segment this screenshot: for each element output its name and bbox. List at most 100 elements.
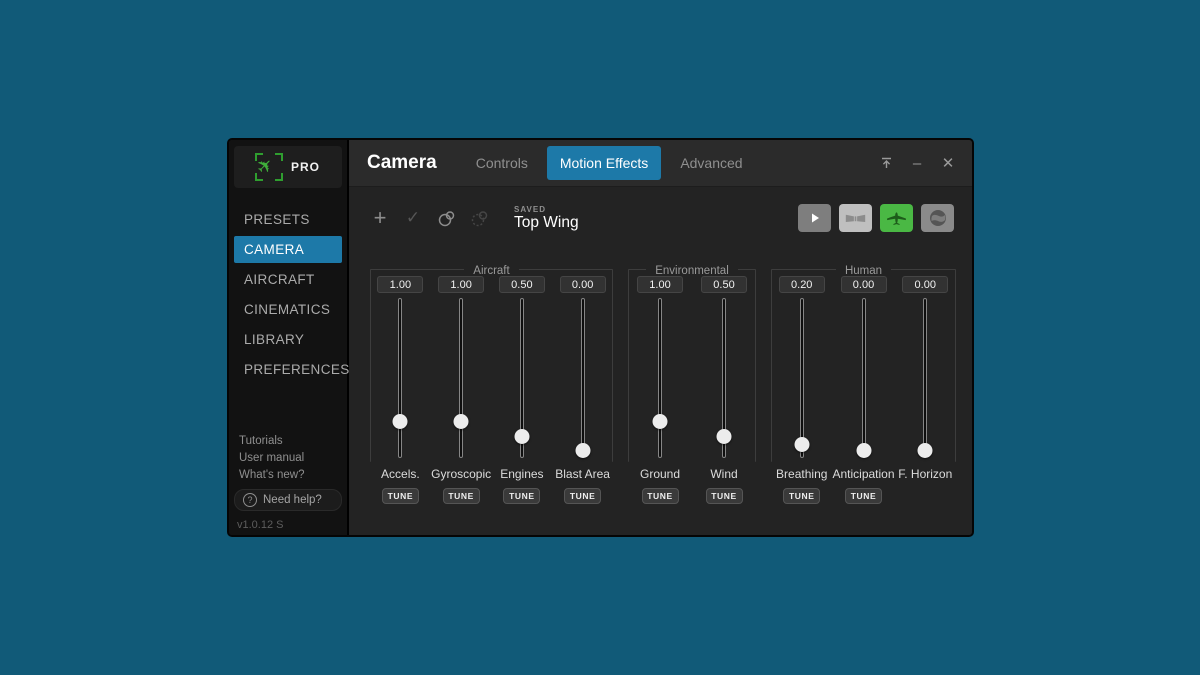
slider-thumb[interactable] <box>717 429 732 444</box>
need-help-button[interactable]: ? Need help? <box>234 489 342 511</box>
slider-value: 1.00 <box>637 276 683 293</box>
play-icon <box>809 212 821 224</box>
slider-column: 0.00 Blast Area TUNE <box>552 276 613 504</box>
duplicate-icon[interactable] <box>435 207 457 229</box>
slider-value: 0.50 <box>499 276 545 293</box>
slider-thumb[interactable] <box>794 437 809 452</box>
slider[interactable] <box>575 298 591 458</box>
slider[interactable] <box>794 298 810 458</box>
sidebar-nav: PRESETS CAMERA AIRCRAFT CINEMATICS LIBRARY PR… <box>229 200 347 389</box>
slider-thumb[interactable] <box>918 443 933 458</box>
apply-check-icon[interactable]: ✓ <box>402 207 424 229</box>
slider-track <box>923 298 927 458</box>
world-view-button[interactable] <box>921 204 954 232</box>
tune-button[interactable]: TUNE <box>706 488 743 504</box>
toolbar: + ✓ SAVED Top Wing <box>349 187 972 249</box>
slider-column: 0.50 Engines TUNE <box>492 276 553 504</box>
sidebar-item-preferences[interactable]: PREFERENCES <box>234 356 342 383</box>
slider-track <box>398 298 402 458</box>
slider-column: 0.00 F. Horizon TUNE <box>895 276 956 504</box>
slider-value: 1.00 <box>377 276 423 293</box>
sidebar-item-aircraft[interactable]: AIRCRAFT <box>234 266 342 293</box>
close-icon[interactable]: ✕ <box>940 155 956 171</box>
main-panel: Camera Controls Motion Effects Advanced … <box>349 140 972 535</box>
sidebar-item-camera[interactable]: CAMERA <box>234 236 342 263</box>
add-icon[interactable]: + <box>369 207 391 229</box>
slider-label: Wind <box>710 467 737 481</box>
slider-column: 0.50 Wind TUNE <box>692 276 756 504</box>
tune-button[interactable]: TUNE <box>783 488 820 504</box>
slider-value: 0.20 <box>779 276 825 293</box>
slider-track <box>658 298 662 458</box>
slider-track <box>459 298 463 458</box>
slider-label: Blast Area <box>555 467 610 481</box>
pro-badge: PRO <box>291 160 320 174</box>
slider-column: 0.00 Anticipation TUNE <box>832 276 894 504</box>
slider-column: 1.00 Ground TUNE <box>628 276 692 504</box>
slider-thumb[interactable] <box>856 443 871 458</box>
slider-label: Accels. <box>381 467 420 481</box>
slider-label: Engines <box>500 467 543 481</box>
tune-button[interactable]: TUNE <box>642 488 679 504</box>
slider[interactable] <box>652 298 668 458</box>
sliders-area: Aircraft 1.00 Accels. TUNE 1.00 Gyroscop… <box>349 249 972 535</box>
slider[interactable] <box>392 298 408 458</box>
pin-to-top-icon[interactable] <box>878 155 894 171</box>
slider-group: Environmental 1.00 Ground TUNE 0.50 Wind… <box>628 263 756 531</box>
tune-button[interactable]: TUNE <box>443 488 480 504</box>
slider-column: 1.00 Accels. TUNE <box>370 276 431 504</box>
play-preview-button[interactable] <box>798 204 831 232</box>
slider-thumb[interactable] <box>653 414 668 429</box>
slider-label: Gyroscopic <box>431 467 491 481</box>
slider[interactable] <box>716 298 732 458</box>
aircraft-view-button[interactable] <box>880 204 913 232</box>
saved-status-label: SAVED <box>514 205 579 214</box>
slider-thumb[interactable] <box>514 429 529 444</box>
slider[interactable] <box>856 298 872 458</box>
cockpit-view-button[interactable] <box>839 204 872 232</box>
sidebar-item-presets[interactable]: PRESETS <box>234 206 342 233</box>
sidebar-link[interactable]: User manual <box>239 452 347 464</box>
slider-value: 0.50 <box>701 276 747 293</box>
sidebar-links: Tutorials User manual What's new? <box>229 435 347 489</box>
sidebar-link[interactable]: What's new? <box>239 469 347 481</box>
aircraft-front-icon <box>886 209 907 227</box>
page-title: Camera <box>367 152 437 174</box>
slider-label: Breathing <box>776 467 827 481</box>
tab-advanced[interactable]: Advanced <box>667 146 755 180</box>
tune-button[interactable]: TUNE <box>382 488 419 504</box>
sidebar-item-library[interactable]: LIBRARY <box>234 326 342 353</box>
minimize-icon[interactable]: – <box>909 155 925 171</box>
need-help-label: Need help? <box>263 494 322 506</box>
slider-thumb[interactable] <box>393 414 408 429</box>
sidebar-link[interactable]: Tutorials <box>239 435 347 447</box>
question-icon: ? <box>243 493 257 507</box>
slider[interactable] <box>514 298 530 458</box>
slider-thumb[interactable] <box>454 414 469 429</box>
tune-button[interactable]: TUNE <box>503 488 540 504</box>
tune-button[interactable]: TUNE <box>564 488 601 504</box>
slider-group: Human 0.20 Breathing TUNE 0.00 Anticipat… <box>771 263 956 531</box>
slider[interactable] <box>917 298 933 458</box>
slider-value: 0.00 <box>560 276 606 293</box>
tab-bar: Camera Controls Motion Effects Advanced … <box>349 140 972 187</box>
slider-track <box>581 298 585 458</box>
tab-motion-effects[interactable]: Motion Effects <box>547 146 661 180</box>
slider-group: Aircraft 1.00 Accels. TUNE 1.00 Gyroscop… <box>370 263 613 531</box>
sidebar-item-cinematics[interactable]: CINEMATICS <box>234 296 342 323</box>
clone-disabled-icon[interactable] <box>468 207 490 229</box>
tune-button[interactable]: TUNE <box>845 488 882 504</box>
cockpit-icon <box>845 210 866 226</box>
slider-column: 0.20 Breathing TUNE <box>771 276 832 504</box>
aircraft-logo-icon: ✈ <box>256 154 282 180</box>
tab-controls[interactable]: Controls <box>463 146 541 180</box>
slider-track <box>800 298 804 458</box>
slider-value: 0.00 <box>841 276 887 293</box>
slider[interactable] <box>453 298 469 458</box>
slider-value: 1.00 <box>438 276 484 293</box>
app-logo[interactable]: ✈ PRO <box>234 146 342 188</box>
sidebar: ✈ PRO PRESETS CAMERA AIRCRAFT CINEMATICS LIB… <box>229 140 349 535</box>
slider-thumb[interactable] <box>575 443 590 458</box>
slider-label: Ground <box>640 467 680 481</box>
version-label: v1.0.12 S <box>229 519 347 531</box>
